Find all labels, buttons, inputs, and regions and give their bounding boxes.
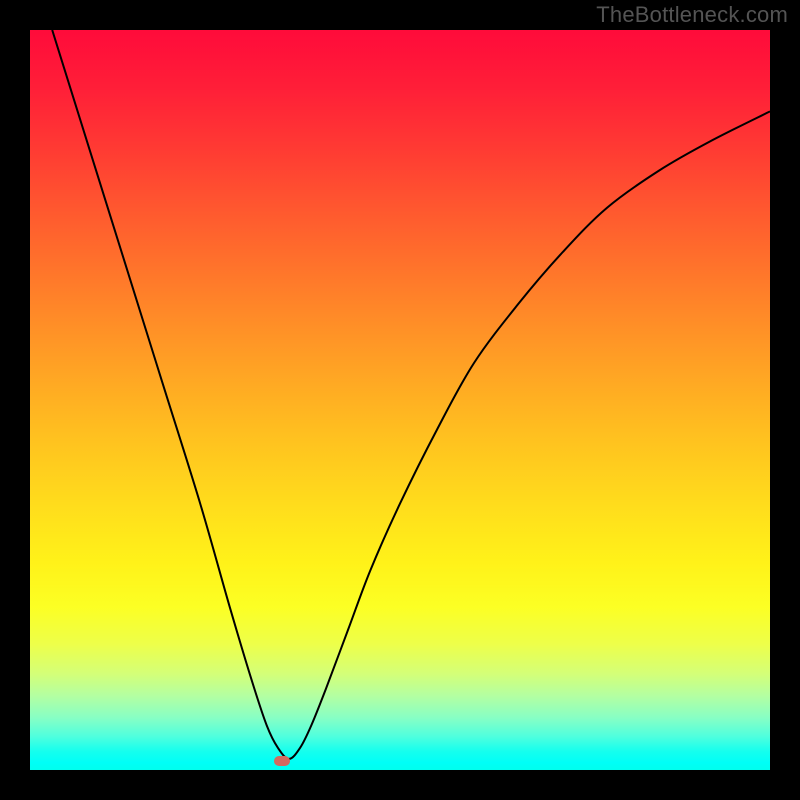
watermark-label: TheBottleneck.com bbox=[596, 2, 788, 28]
plot-area bbox=[30, 30, 770, 770]
bottleneck-curve bbox=[52, 30, 770, 759]
minimum-marker bbox=[274, 756, 290, 766]
curve-layer bbox=[30, 30, 770, 770]
chart-frame: TheBottleneck.com bbox=[0, 0, 800, 800]
